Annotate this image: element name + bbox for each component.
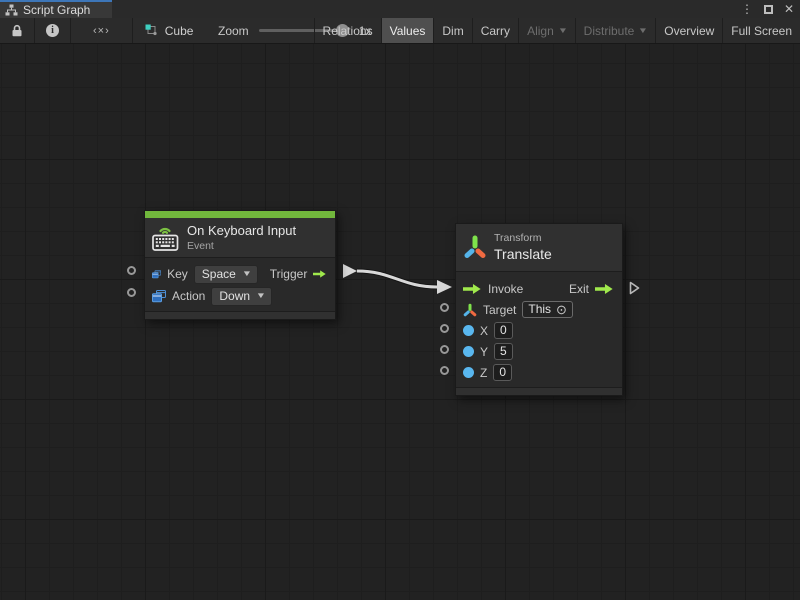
graph-target-button[interactable]: Cube — [133, 18, 208, 43]
input-port-z[interactable] — [440, 366, 449, 375]
input-port-action[interactable] — [127, 288, 136, 297]
invoke-label: Invoke — [488, 282, 523, 296]
port-row-action: Action Down ▼ — [145, 285, 335, 307]
port-row-invoke: Invoke Exit — [456, 278, 622, 299]
exit-port-icon[interactable] — [629, 281, 640, 295]
chevron-down-icon: ▼ — [638, 26, 648, 35]
node-translate[interactable]: Transform Translate Invoke Exit Target T… — [455, 223, 623, 396]
z-value-field[interactable]: 0 — [493, 364, 512, 381]
port-row-target: Target This ⊙ — [456, 299, 622, 320]
transform-mini-icon — [463, 303, 477, 317]
exit-label: Exit — [569, 282, 589, 296]
graph-canvas[interactable] — [0, 44, 800, 600]
maximize-icon[interactable] — [764, 5, 773, 14]
port-row-x: X 0 — [456, 320, 622, 341]
node-body: Key Space ▼ Trigger Action Down ▼ — [145, 257, 335, 311]
node-title: Translate — [494, 246, 552, 262]
title-bar: Script Graph ⋮ ✕ — [0, 0, 800, 18]
node-header: On Keyboard Input Event — [145, 218, 335, 257]
port-row-z: Z 0 — [456, 362, 622, 383]
input-port-y[interactable] — [440, 345, 449, 354]
lock-icon — [11, 24, 23, 37]
node-body: Invoke Exit Target This ⊙ X 0 — [456, 271, 622, 387]
keyboard-event-icon — [152, 224, 179, 251]
distribute-dropdown[interactable]: Distribute ▼ — [575, 18, 656, 43]
fullscreen-button[interactable]: Full Screen — [722, 18, 800, 43]
graph-target-label: Cube — [165, 24, 194, 38]
trigger-output-label: Trigger — [270, 267, 308, 281]
lock-button[interactable] — [0, 18, 34, 43]
node-footer — [456, 387, 622, 395]
z-label: Z — [480, 366, 487, 380]
info-button[interactable]: i — [35, 18, 70, 43]
input-port-target[interactable] — [440, 303, 449, 312]
input-port-key[interactable] — [127, 266, 136, 275]
port-label-action: Action — [172, 289, 205, 303]
flow-arrow-icon[interactable] — [313, 268, 327, 280]
carry-button[interactable]: Carry — [472, 18, 518, 43]
enum-type-icon — [152, 268, 161, 281]
chevron-down-icon: ▼ — [242, 269, 252, 278]
code-view-button[interactable]: ‹×› — [71, 18, 132, 43]
window-menu-icon[interactable]: ⋮ — [741, 3, 753, 15]
port-row-key: Key Space ▼ Trigger — [145, 263, 335, 285]
value-port-icon — [463, 346, 474, 357]
chevron-down-icon: ▼ — [256, 291, 266, 300]
x-label: X — [480, 324, 488, 338]
node-category: Transform — [494, 232, 552, 244]
node-on-keyboard-input[interactable]: On Keyboard Input Event Key Space ▼ Trig… — [144, 210, 336, 320]
dim-button[interactable]: Dim — [433, 18, 471, 43]
node-footer — [145, 311, 335, 319]
flow-arrow-icon[interactable] — [595, 283, 614, 295]
value-port-icon — [463, 325, 474, 336]
node-title: On Keyboard Input — [187, 223, 296, 238]
chevron-down-icon: ▼ — [558, 26, 568, 35]
value-port-icon — [463, 367, 474, 378]
enum-type-icon — [152, 290, 166, 303]
port-row-y: Y 5 — [456, 341, 622, 362]
align-dropdown[interactable]: Align ▼ — [518, 18, 575, 43]
node-header: Transform Translate — [456, 224, 622, 271]
target-label: Target — [483, 303, 516, 317]
close-icon[interactable]: ✕ — [784, 3, 794, 15]
target-object-field[interactable]: This ⊙ — [522, 301, 573, 318]
tab-label: Script Graph — [23, 3, 90, 17]
action-dropdown[interactable]: Down ▼ — [211, 287, 272, 306]
values-button[interactable]: Values — [381, 18, 434, 43]
zoom-label: Zoom — [218, 24, 249, 38]
x-value-field[interactable]: 0 — [494, 322, 513, 339]
overview-button[interactable]: Overview — [655, 18, 722, 43]
relations-button[interactable]: Relations — [314, 18, 381, 43]
graph-node-icon — [145, 24, 159, 37]
y-value-field[interactable]: 5 — [494, 343, 513, 360]
node-subtitle: Event — [187, 240, 296, 252]
transform-icon — [464, 234, 486, 260]
input-port-x[interactable] — [440, 324, 449, 333]
graph-toolbar: i ‹×› Cube Zoom 1x Relations Values Dim … — [0, 18, 800, 44]
code-view-icon: ‹×› — [93, 25, 110, 37]
object-picker-icon[interactable]: ⊙ — [556, 303, 567, 316]
port-label-key: Key — [167, 267, 188, 281]
flow-arrow-icon[interactable] — [463, 283, 482, 295]
info-icon: i — [46, 24, 59, 37]
tab-script-graph[interactable]: Script Graph — [0, 0, 112, 18]
script-graph-icon — [5, 4, 18, 16]
event-accent-bar — [145, 211, 335, 218]
key-dropdown[interactable]: Space ▼ — [194, 265, 258, 284]
y-label: Y — [480, 345, 488, 359]
